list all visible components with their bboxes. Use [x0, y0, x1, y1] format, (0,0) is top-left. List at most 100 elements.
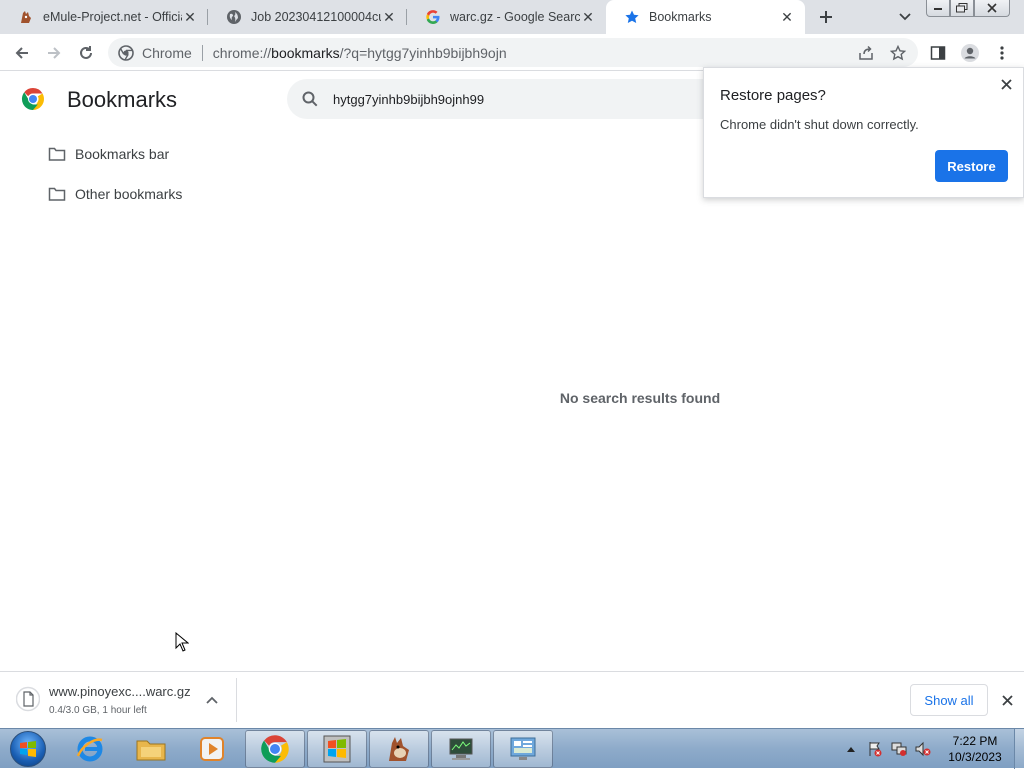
- side-panel-icon: [930, 46, 946, 60]
- chevron-up-icon: [206, 696, 218, 704]
- clock-time: 7:22 PM: [952, 734, 998, 748]
- tab-strip: eMule-Project.net - Official ✕ Job 20230…: [0, 0, 1024, 34]
- divider: [236, 678, 237, 722]
- forward-arrow-icon: [48, 47, 61, 59]
- control-panel-icon: [510, 737, 536, 760]
- folder-label: Other bookmarks: [75, 186, 183, 202]
- taskbar-internet-explorer[interactable]: [60, 730, 120, 768]
- show-hidden-icons-button[interactable]: [842, 740, 860, 758]
- site-chip-label: Chrome: [142, 44, 192, 61]
- close-icon[interactable]: ✕: [580, 9, 596, 25]
- side-panel-button[interactable]: [926, 41, 950, 65]
- taskbar-monitor-app[interactable]: [431, 730, 491, 768]
- close-icon: [1000, 78, 1012, 90]
- tab-title: Job 20230412100004cupfu: [251, 10, 381, 24]
- monitor-app-icon: [449, 738, 473, 760]
- chevron-down-icon: [899, 13, 911, 21]
- start-button[interactable]: [3, 729, 53, 769]
- show-desktop-button[interactable]: [1014, 729, 1024, 769]
- globe-icon: [226, 9, 242, 25]
- share-button[interactable]: [854, 41, 878, 65]
- file-icon[interactable]: [16, 686, 40, 712]
- chrome-page-icon: [118, 44, 134, 61]
- star-outline-icon: [890, 45, 906, 61]
- profile-button[interactable]: [958, 41, 982, 65]
- download-shelf: www.pinoyexc....warc.gz 0.4/3.0 GB, 1 ho…: [0, 671, 1024, 728]
- forward-button[interactable]: [41, 40, 67, 66]
- dialog-close-button[interactable]: [997, 75, 1015, 93]
- action-center-icon[interactable]: [866, 740, 884, 758]
- reload-icon: [80, 46, 92, 59]
- close-icon[interactable]: ✕: [779, 9, 795, 25]
- file-explorer-icon: [136, 740, 166, 761]
- close-shelf-button[interactable]: [998, 691, 1016, 709]
- search-icon: [302, 91, 318, 107]
- taskbar-emule[interactable]: [369, 730, 429, 768]
- star-icon: [624, 9, 640, 25]
- download-options-button[interactable]: [204, 692, 220, 708]
- close-icon: [1001, 694, 1013, 706]
- avatar-icon: [961, 44, 979, 62]
- show-all-button[interactable]: Show all: [910, 684, 988, 716]
- address-bar[interactable]: Chrome chrome://bookmarks/?q=hytgg7yinhb…: [108, 38, 918, 67]
- tab-search-button[interactable]: [894, 6, 916, 28]
- omnibox-divider: [201, 44, 203, 61]
- taskbar-chrome[interactable]: [245, 730, 305, 768]
- close-icon: [987, 3, 997, 13]
- clock-date: 10/3/2023: [948, 750, 1002, 764]
- restore-window-icon: [956, 3, 968, 13]
- tab-job[interactable]: Job 20230412100004cupfu ✕: [208, 0, 407, 34]
- media-player-icon: [200, 737, 224, 761]
- folder-bookmarks-bar[interactable]: Bookmarks bar: [48, 142, 169, 166]
- taskbar-control-panel[interactable]: [493, 730, 553, 768]
- kebab-menu-icon: [1000, 46, 1004, 60]
- plus-icon: [820, 11, 832, 23]
- restore-window-button[interactable]: [950, 0, 974, 17]
- mouse-cursor-icon: [175, 632, 189, 652]
- browser-toolbar: Chrome chrome://bookmarks/?q=hytgg7yinhb…: [0, 34, 1024, 71]
- tab-title: eMule-Project.net - Official: [43, 10, 182, 24]
- taskbar-file-explorer[interactable]: [121, 730, 181, 768]
- reload-button[interactable]: [73, 40, 99, 66]
- restore-pages-dialog: Restore pages? Chrome didn't shut down c…: [703, 67, 1024, 198]
- back-button[interactable]: [9, 40, 35, 66]
- restore-button[interactable]: Restore: [935, 150, 1008, 182]
- windows-taskbar: 7:22 PM 10/3/2023: [0, 728, 1024, 769]
- emule-icon: [389, 737, 409, 761]
- url-path: /?q=hytgg7yinhb9bijbh9ojn: [339, 44, 507, 61]
- page-title: Bookmarks: [67, 87, 178, 112]
- dialog-message: Chrome didn't shut down correctly.: [720, 117, 919, 132]
- folder-label: Bookmarks bar: [75, 146, 170, 162]
- tab-title: warc.gz - Google Search: [450, 10, 580, 24]
- tab-bookmarks[interactable]: Bookmarks ✕: [606, 0, 805, 34]
- volume-muted-icon[interactable]: [914, 740, 932, 758]
- windows-logo-icon: [10, 731, 46, 767]
- network-icon[interactable]: [890, 740, 908, 758]
- minimize-button[interactable]: [926, 0, 950, 17]
- taskbar-windows-app[interactable]: [307, 730, 367, 768]
- chrome-logo-icon: [21, 87, 44, 111]
- close-icon[interactable]: ✕: [182, 9, 198, 25]
- tab-google-search[interactable]: warc.gz - Google Search ✕: [407, 0, 606, 34]
- tab-emule[interactable]: eMule-Project.net - Official ✕: [0, 0, 208, 34]
- close-window-button[interactable]: [974, 0, 1010, 17]
- taskbar-media-player[interactable]: [182, 730, 242, 768]
- taskbar-clock[interactable]: 7:22 PM 10/3/2023: [940, 733, 1010, 765]
- internet-explorer-icon: [76, 736, 103, 762]
- windows-app-icon: [323, 735, 351, 763]
- folder-other-bookmarks[interactable]: Other bookmarks: [48, 182, 182, 206]
- minimize-icon: [934, 8, 942, 10]
- back-arrow-icon: [15, 47, 28, 59]
- empty-results-message: No search results found: [559, 390, 721, 406]
- new-tab-button[interactable]: [814, 5, 838, 29]
- download-file-name[interactable]: www.pinoyexc....warc.gz: [49, 684, 191, 699]
- search-input[interactable]: [333, 91, 693, 107]
- menu-button[interactable]: [990, 41, 1014, 65]
- triangle-up-icon: [847, 746, 855, 752]
- folder-icon: [48, 147, 66, 161]
- close-icon[interactable]: ✕: [381, 9, 397, 25]
- bookmarks-search-box[interactable]: [287, 79, 727, 119]
- share-icon: [859, 45, 873, 60]
- google-g-icon: [425, 9, 441, 25]
- bookmark-star-button[interactable]: [886, 41, 910, 65]
